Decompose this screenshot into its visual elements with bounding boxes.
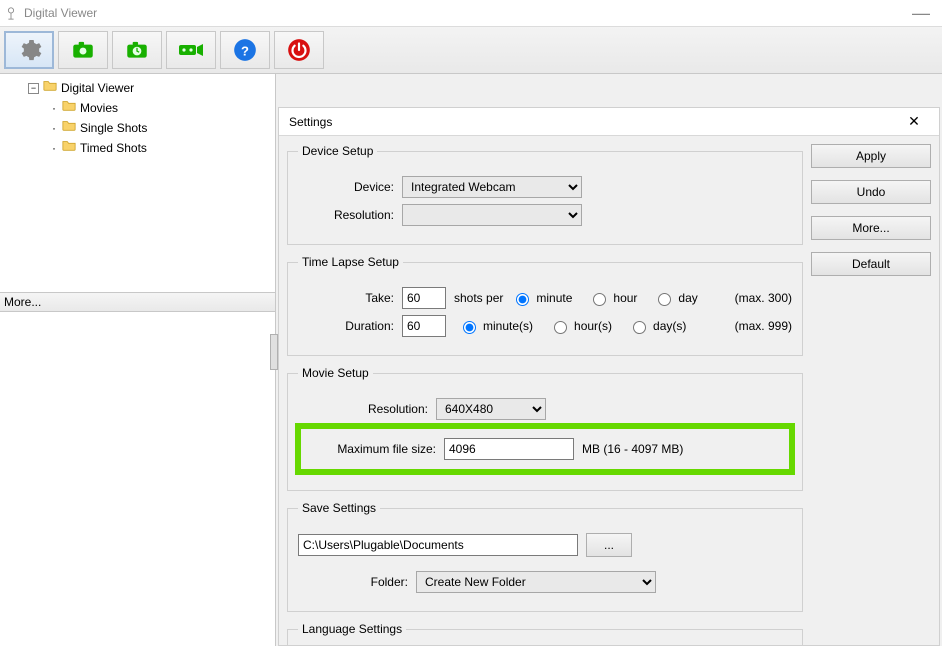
timelapse-setup-group: Time Lapse Setup Take: shots per minute … [287, 255, 803, 356]
language-settings-legend: Language Settings [298, 622, 406, 636]
duration-day-label: day(s) [653, 319, 686, 333]
max-filesize-row: Maximum file size: MB (16 - 4097 MB) [298, 426, 792, 472]
folder-icon [62, 98, 76, 118]
splitter-handle[interactable] [270, 334, 278, 370]
right-area: Settings ✕ Device Setup Device: Integrat… [276, 74, 942, 646]
take-minute-radio[interactable]: minute [511, 290, 572, 306]
take-day-radio-input[interactable] [658, 293, 671, 306]
take-minute-label: minute [536, 291, 572, 305]
tree-root[interactable]: − Digital Viewer [6, 78, 269, 98]
capture-resolution-select[interactable] [402, 204, 582, 226]
duration-label: Duration: [298, 319, 394, 333]
tree-connector-icon: · [50, 138, 58, 158]
settings-dialog: Settings ✕ Device Setup Device: Integrat… [278, 107, 940, 646]
more-panel-header[interactable]: More... [0, 292, 275, 312]
left-empty-area [0, 312, 275, 646]
help-button[interactable]: ? [220, 31, 270, 69]
snapshot-button[interactable] [58, 31, 108, 69]
settings-titlebar: Settings ✕ [279, 108, 939, 136]
folder-label: Folder: [298, 575, 408, 589]
take-minute-radio-input[interactable] [516, 293, 529, 306]
svg-text:?: ? [241, 43, 249, 58]
duration-hour-label: hour(s) [574, 319, 612, 333]
folder-icon [62, 138, 76, 158]
tree-collapse-icon[interactable]: − [28, 83, 39, 94]
movie-setup-group: Movie Setup Resolution: 640X480 Maximum … [287, 366, 803, 491]
take-day-label: day [678, 291, 697, 305]
browse-button[interactable]: ... [586, 533, 632, 557]
resolution-label: Resolution: [298, 208, 394, 222]
take-max-hint: (max. 300) [735, 291, 792, 305]
folder-icon [62, 118, 76, 138]
settings-side-buttons: Apply Undo More... Default [811, 144, 931, 637]
window-titlebar: Digital Viewer — [0, 0, 942, 26]
duration-hour-radio-input[interactable] [554, 321, 567, 334]
max-filesize-label: Maximum file size: [306, 442, 436, 456]
settings-gear-button[interactable] [4, 31, 54, 69]
cassette-record-icon [176, 37, 206, 63]
camera-icon [70, 37, 96, 63]
take-hour-radio[interactable]: hour [588, 290, 637, 306]
help-icon: ? [232, 37, 258, 63]
folder-select[interactable]: Create New Folder [416, 571, 656, 593]
take-label: Take: [298, 291, 394, 305]
take-hour-label: hour [613, 291, 637, 305]
device-label: Device: [298, 180, 394, 194]
tree-item-movies[interactable]: · Movies [6, 98, 269, 118]
tree-root-label: Digital Viewer [61, 78, 134, 98]
tree-item-label: Timed Shots [80, 138, 147, 158]
save-settings-group: Save Settings ... Folder: Create New Fol… [287, 501, 803, 612]
shots-per-label: shots per [454, 291, 503, 305]
take-input[interactable] [402, 287, 446, 309]
gear-icon [16, 37, 42, 63]
tree-view: − Digital Viewer · Movies · Single Shots… [0, 74, 275, 292]
apply-button[interactable]: Apply [811, 144, 931, 168]
window-title: Digital Viewer [24, 6, 97, 20]
timed-shots-button[interactable] [112, 31, 162, 69]
tree-item-label: Single Shots [80, 118, 147, 138]
power-button[interactable] [274, 31, 324, 69]
default-button[interactable]: Default [811, 252, 931, 276]
tree-item-single-shots[interactable]: · Single Shots [6, 118, 269, 138]
tree-connector-icon: · [50, 118, 58, 138]
settings-title: Settings [289, 115, 332, 129]
duration-minute-radio-input[interactable] [463, 321, 476, 334]
device-setup-group: Device Setup Device: Integrated Webcam R… [287, 144, 803, 245]
duration-hour-radio[interactable]: hour(s) [549, 318, 612, 334]
tree-item-label: Movies [80, 98, 118, 118]
duration-max-hint: (max. 999) [735, 319, 792, 333]
save-path-input[interactable] [298, 534, 578, 556]
take-hour-radio-input[interactable] [593, 293, 606, 306]
folder-icon [43, 78, 57, 98]
main-area: − Digital Viewer · Movies · Single Shots… [0, 74, 942, 646]
more-button[interactable]: More... [811, 216, 931, 240]
duration-minute-radio[interactable]: minute(s) [458, 318, 533, 334]
duration-input[interactable] [402, 315, 446, 337]
movie-setup-legend: Movie Setup [298, 366, 373, 380]
tree-connector-icon: · [50, 98, 58, 118]
duration-day-radio-input[interactable] [633, 321, 646, 334]
device-setup-legend: Device Setup [298, 144, 377, 158]
max-filesize-hint: MB (16 - 4097 MB) [582, 442, 683, 456]
minimize-button[interactable]: — [904, 3, 938, 24]
camera-timer-icon [124, 37, 150, 63]
toolbar: ? [0, 26, 942, 74]
undo-button[interactable]: Undo [811, 180, 931, 204]
power-icon [286, 37, 312, 63]
duration-day-radio[interactable]: day(s) [628, 318, 686, 334]
app-icon [4, 6, 18, 20]
close-button[interactable]: ✕ [899, 113, 929, 130]
movie-resolution-select[interactable]: 640X480 [436, 398, 546, 420]
language-settings-group: Language Settings English [287, 622, 803, 645]
duration-minute-label: minute(s) [483, 319, 533, 333]
save-settings-legend: Save Settings [298, 501, 380, 515]
tree-item-timed-shots[interactable]: · Timed Shots [6, 138, 269, 158]
timelapse-setup-legend: Time Lapse Setup [298, 255, 403, 269]
record-button[interactable] [166, 31, 216, 69]
device-select[interactable]: Integrated Webcam [402, 176, 582, 198]
take-day-radio[interactable]: day [653, 290, 697, 306]
movie-resolution-label: Resolution: [298, 402, 428, 416]
max-filesize-input[interactable] [444, 438, 574, 460]
left-panel: − Digital Viewer · Movies · Single Shots… [0, 74, 276, 646]
